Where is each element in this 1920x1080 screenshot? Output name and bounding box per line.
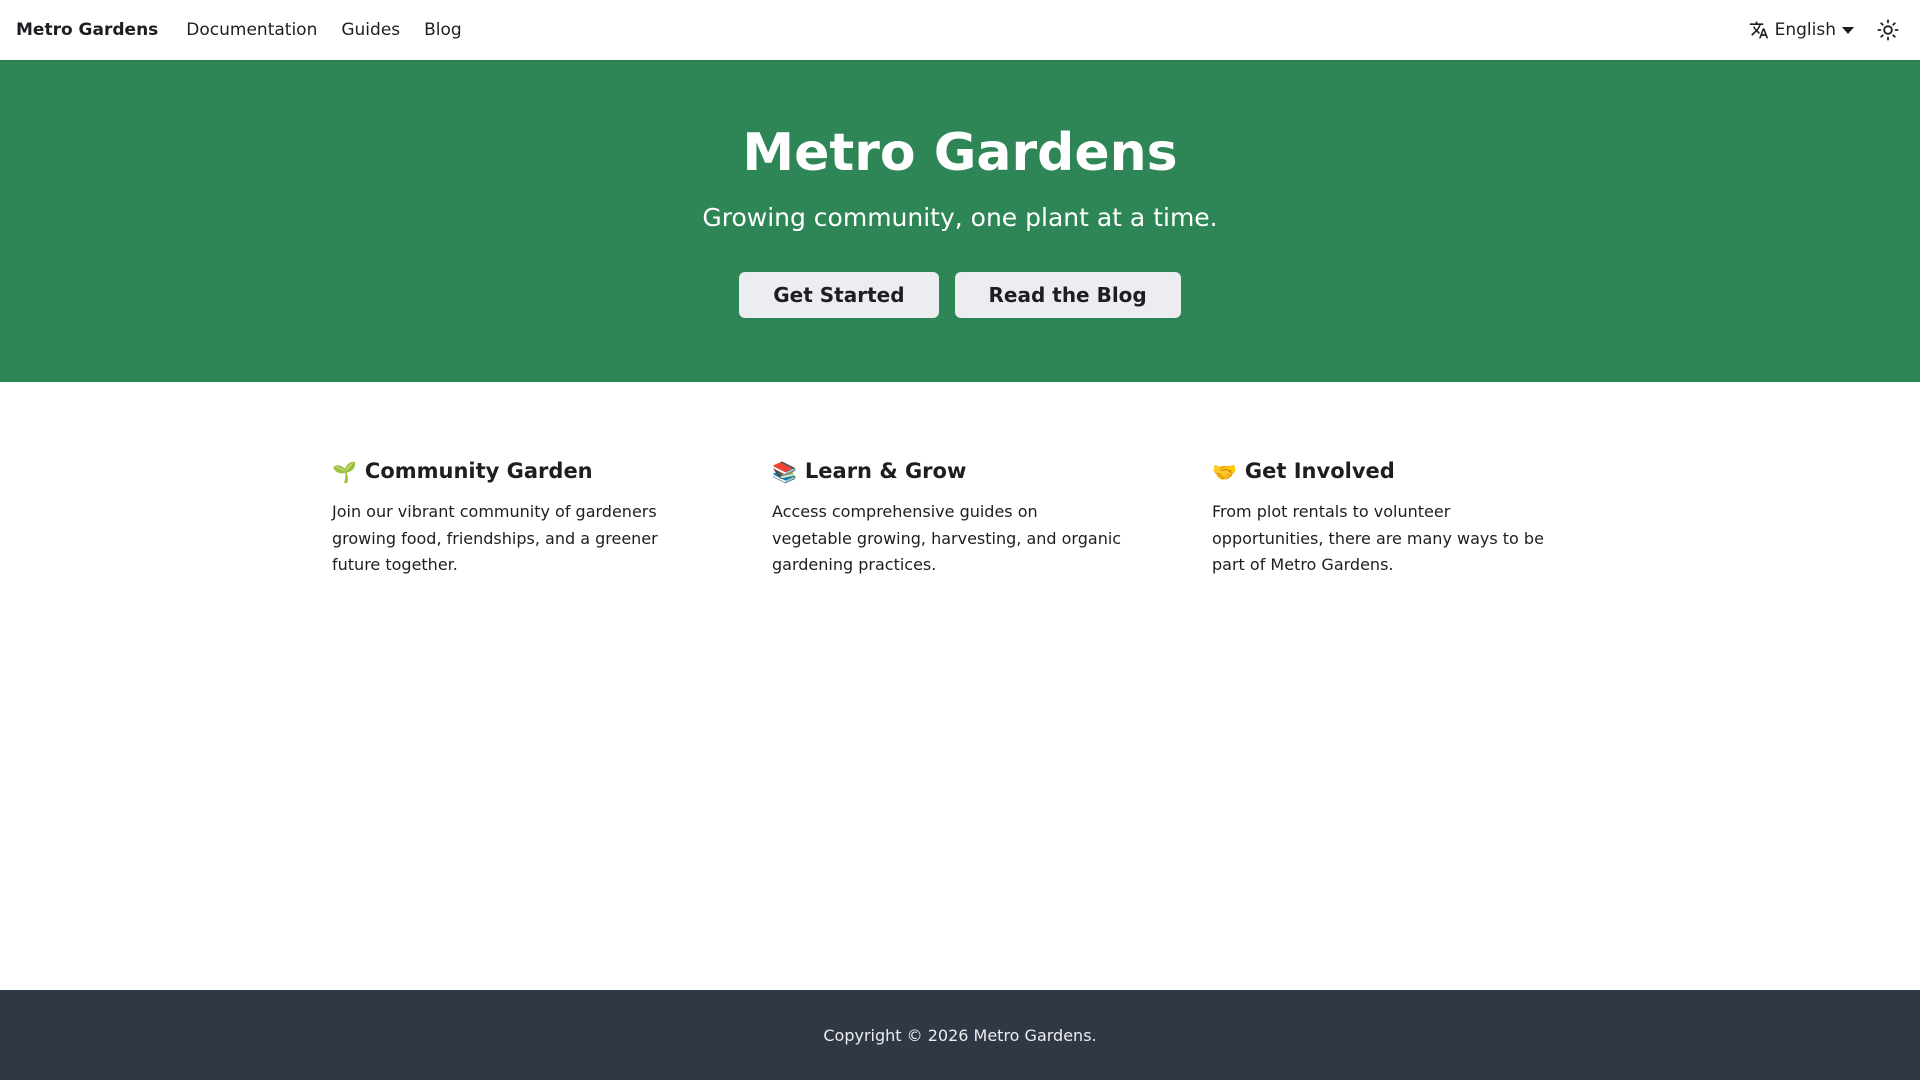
hero-subtitle: Growing community, one plant at a time. [702, 203, 1218, 232]
features-section: 🌱 Community Garden Join our vibrant comm… [332, 458, 1652, 578]
footer: Copyright © 2026 Metro Gardens. [0, 990, 1920, 1080]
theme-toggle-button[interactable] [1872, 14, 1904, 46]
feature-title: 🌱 Community Garden [332, 458, 682, 485]
feature-title-text: Learn & Grow [804, 459, 967, 483]
hero-buttons: Get Started Read the Blog [0, 272, 1920, 318]
nav-link-blog[interactable]: Blog [424, 20, 462, 40]
sun-icon [1877, 19, 1899, 41]
feature-title: 📚 Learn & Grow [772, 458, 1122, 485]
language-dropdown[interactable]: English [1749, 20, 1854, 40]
feature-title: 🤝 Get Involved [1212, 458, 1562, 485]
feature-title-text: Get Involved [1244, 459, 1395, 483]
get-started-button[interactable]: Get Started [739, 272, 939, 318]
language-label: English [1774, 20, 1836, 40]
brand-link[interactable]: Metro Gardens [16, 20, 158, 40]
chevron-down-icon [1842, 26, 1854, 34]
navbar-left: Metro Gardens Documentation Guides Blog [16, 20, 486, 40]
hero-title: Metro Gardens [742, 123, 1178, 183]
feature-title-text: Community Garden [364, 459, 593, 483]
translate-icon [1749, 21, 1768, 39]
feature-community-garden: 🌱 Community Garden Join our vibrant comm… [332, 458, 772, 578]
navbar: Metro Gardens Documentation Guides Blog … [0, 0, 1920, 60]
feature-learn-grow: 📚 Learn & Grow Access comprehensive guid… [772, 458, 1212, 578]
feature-description: Access comprehensive guides on vegetable… [772, 502, 1122, 575]
copyright-text: Copyright © 2026 Metro Gardens. [823, 1025, 1097, 1045]
feature-description: From plot rentals to volunteer opportuni… [1212, 502, 1544, 575]
feature-description: Join our vibrant community of gardeners … [332, 502, 658, 575]
hero-banner: Metro Gardens Growing community, one pla… [0, 60, 1920, 382]
nav-link-documentation[interactable]: Documentation [186, 20, 317, 40]
seedling-icon: 🌱 [332, 459, 357, 484]
handshake-icon: 🤝 [1212, 459, 1237, 484]
read-blog-button[interactable]: Read the Blog [954, 272, 1181, 318]
navbar-right: English [1749, 14, 1904, 46]
nav-link-guides[interactable]: Guides [341, 20, 400, 40]
books-icon: 📚 [772, 459, 797, 484]
feature-get-involved: 🤝 Get Involved From plot rentals to volu… [1212, 458, 1652, 578]
